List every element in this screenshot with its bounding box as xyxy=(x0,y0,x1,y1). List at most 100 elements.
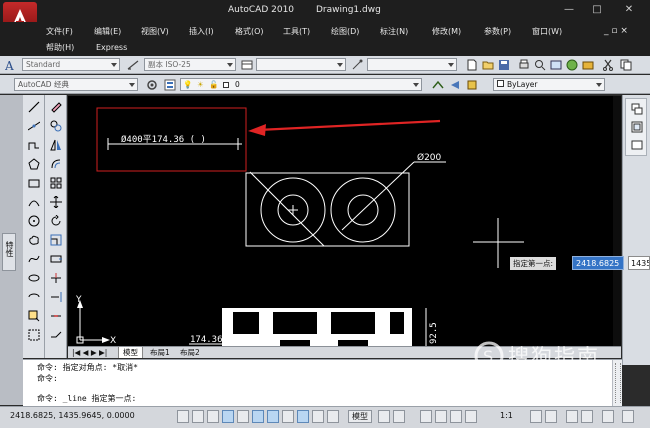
dynamic-ucs-icon[interactable] xyxy=(282,410,294,423)
table-style-select[interactable] xyxy=(256,58,346,71)
3d-dwf-icon[interactable] xyxy=(566,59,578,71)
menu-insert[interactable]: 插入(I) xyxy=(189,26,214,37)
steering-wheel-icon[interactable] xyxy=(450,410,462,423)
construction-line-icon[interactable] xyxy=(28,120,40,132)
menu-help[interactable]: 帮助(H) xyxy=(46,42,74,53)
tab-nav-arrows[interactable]: |◀ ◀ ▶ ▶| xyxy=(72,347,107,358)
insert-block-icon[interactable] xyxy=(28,310,40,322)
polygon-icon[interactable] xyxy=(28,158,40,170)
lock-icon[interactable] xyxy=(581,410,593,423)
menu-dimension[interactable]: 标注(N) xyxy=(380,26,408,37)
trim-icon[interactable] xyxy=(50,272,62,284)
grid-display-icon[interactable] xyxy=(207,410,219,423)
workspace-settings-icon[interactable] xyxy=(146,79,158,91)
text-style-icon[interactable]: A xyxy=(5,59,17,71)
annotation-scale[interactable]: 1:1 xyxy=(500,411,513,420)
mirror-icon[interactable] xyxy=(50,139,62,151)
menu-edit[interactable]: 编辑(E) xyxy=(94,26,121,37)
workspace-select[interactable]: AutoCAD 经典 xyxy=(14,78,138,91)
showmotion-icon[interactable] xyxy=(465,410,477,423)
layout-grid-icon[interactable] xyxy=(378,410,390,423)
join-icon[interactable] xyxy=(50,329,62,341)
quick-properties-icon[interactable] xyxy=(327,410,339,423)
maximize-button[interactable]: □ xyxy=(590,4,604,16)
plot-icon[interactable] xyxy=(518,59,530,71)
revision-cloud-icon[interactable] xyxy=(28,234,40,246)
command-input[interactable]: 命令: _line 指定第一点: xyxy=(37,393,136,404)
ortho-mode-icon[interactable] xyxy=(222,410,234,423)
array-icon[interactable] xyxy=(50,177,62,189)
minimize-button[interactable]: — xyxy=(562,4,576,16)
menu-window[interactable]: 窗口(W) xyxy=(532,26,562,37)
polar-tracking-icon[interactable] xyxy=(237,410,249,423)
dim-style-select[interactable]: 副本 ISO-25 xyxy=(144,58,236,71)
cut-icon[interactable] xyxy=(602,59,614,71)
move-icon[interactable] xyxy=(50,196,62,208)
tab-model[interactable]: 模型 xyxy=(118,347,143,358)
status-menu-icon[interactable] xyxy=(602,410,614,423)
break-icon[interactable] xyxy=(50,310,62,322)
object-snap-tracking-icon[interactable] xyxy=(267,410,279,423)
spline-icon[interactable] xyxy=(28,253,40,265)
publish-icon[interactable] xyxy=(550,59,562,71)
dim-style-icon[interactable] xyxy=(127,59,139,71)
tab-layout2[interactable]: 布局2 xyxy=(180,347,200,358)
menu-format[interactable]: 格式(O) xyxy=(235,26,264,37)
polyline-icon[interactable] xyxy=(28,139,40,151)
doc-window-controls-icon[interactable]: _ ▫ × xyxy=(604,26,628,37)
extend-icon[interactable] xyxy=(50,291,62,303)
dynamic-input-x[interactable]: 2418.6825 xyxy=(572,256,624,270)
rectangle-icon[interactable] xyxy=(28,177,40,189)
menu-modify[interactable]: 修改(M) xyxy=(432,26,461,37)
layer-select[interactable]: 💡 ☀ 🔓 0 xyxy=(180,78,422,91)
mleader-style-select[interactable] xyxy=(367,58,457,71)
text-style-select[interactable]: Standard xyxy=(22,58,120,71)
stretch-icon[interactable] xyxy=(50,253,62,265)
model-button[interactable]: 模型 xyxy=(348,410,372,423)
viewport-icon[interactable] xyxy=(631,103,643,115)
offset-icon[interactable] xyxy=(50,158,62,170)
menu-file[interactable]: 文件(F) xyxy=(46,26,73,37)
zoom-icon[interactable] xyxy=(435,410,447,423)
etransmit-icon[interactable] xyxy=(582,59,594,71)
color-select[interactable]: ByLayer xyxy=(493,78,605,91)
menu-draw[interactable]: 绘图(D) xyxy=(331,26,359,37)
save-icon[interactable] xyxy=(498,59,510,71)
lineweight-icon[interactable] xyxy=(312,410,324,423)
circle-icon[interactable] xyxy=(28,215,40,227)
menu-express[interactable]: Express xyxy=(96,42,127,53)
layer-properties-icon[interactable] xyxy=(164,79,176,91)
ellipse-arc-icon[interactable] xyxy=(28,291,40,303)
workspace-switching-icon[interactable] xyxy=(566,410,578,423)
annotation-visibility-icon[interactable] xyxy=(530,410,542,423)
plot-preview-icon[interactable] xyxy=(534,59,546,71)
line-icon[interactable] xyxy=(28,101,40,113)
tab-layout1[interactable]: 布局1 xyxy=(150,347,170,358)
dynamic-input-y[interactable]: 1435 xyxy=(628,256,650,270)
make-current-layer-icon[interactable] xyxy=(432,79,444,91)
menu-parametric[interactable]: 参数(P) xyxy=(484,26,511,37)
object-snap-icon[interactable] xyxy=(252,410,264,423)
copy-icon[interactable] xyxy=(620,59,632,71)
menu-tools[interactable]: 工具(T) xyxy=(283,26,310,37)
open-file-icon[interactable] xyxy=(482,59,494,71)
vertical-scrollbar-track[interactable] xyxy=(613,96,621,358)
make-block-icon[interactable] xyxy=(28,329,40,341)
properties-palette-tab[interactable]: 特性 xyxy=(2,233,16,271)
arc-icon[interactable] xyxy=(28,196,40,208)
drawing-canvas[interactable]: Ø400平174.36 ( ) Ø200 174.36 92.5 Y X xyxy=(68,96,621,358)
new-file-icon[interactable] xyxy=(466,59,478,71)
menu-view[interactable]: 视图(V) xyxy=(141,26,169,37)
clean-screen-icon[interactable] xyxy=(622,410,634,423)
layout-tabs-icon[interactable] xyxy=(393,410,405,423)
viewport-clip-icon[interactable] xyxy=(631,121,643,133)
infer-constraints-icon[interactable] xyxy=(177,410,189,423)
mleader-style-icon[interactable] xyxy=(351,59,363,71)
auto-scale-icon[interactable] xyxy=(545,410,557,423)
pan-icon[interactable] xyxy=(420,410,432,423)
copy-object-icon[interactable] xyxy=(50,120,62,132)
table-style-icon[interactable] xyxy=(241,59,253,71)
ellipse-icon[interactable] xyxy=(28,272,40,284)
snap-mode-icon[interactable] xyxy=(192,410,204,423)
rotate-icon[interactable] xyxy=(50,215,62,227)
